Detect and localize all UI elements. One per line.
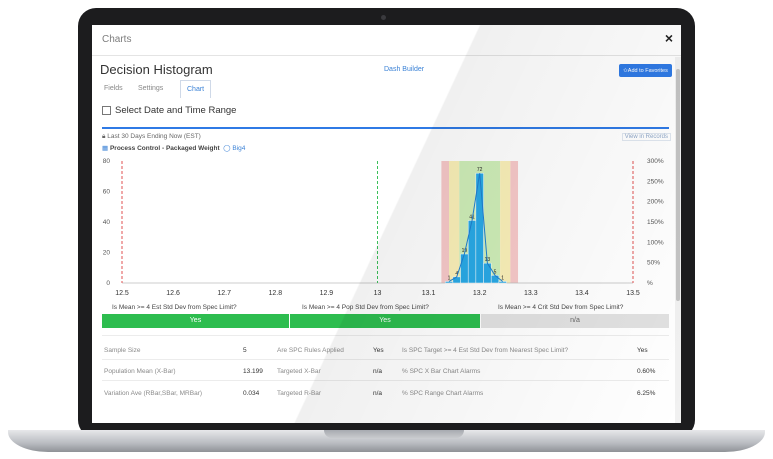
stat-value: n/a [373,368,383,375]
stat-label: Sample Size [104,347,141,354]
stat-label: Variation Ave (RBar,SBar, MRBar) [104,390,203,397]
histogram-chart: 1 4 19 41 72 13 5 1 12.5 12.6 12.7 12.8 12.9 13 13.1 13… [92,153,675,303]
y2-tick-label: 150% [647,219,664,226]
x-tick-label: 12.7 [217,290,231,297]
divider [102,380,669,381]
screen: Charts × Decision Histogram Dash Builder… [92,25,681,423]
histogram-bar [444,281,454,284]
stat-label: Are SPC Rules Applied [277,347,344,354]
stat-value: 13.199 [243,368,263,375]
x-tick-label: 13.5 [626,290,640,297]
close-icon[interactable]: × [665,30,673,46]
x-tick-label: 13.2 [473,290,487,297]
histogram-bar [483,262,492,284]
question-3: Is Mean >= 4 Crit Std Dev from Spec Limi… [498,304,624,311]
y2-tick-label: 200% [647,199,664,206]
stat-label: % SPC X Bar Chart Alarms [402,368,481,375]
divider [102,335,669,336]
stat-value: 0.034 [243,390,260,397]
y2-tick-label: % [647,280,653,287]
modal-title: Charts [102,34,132,45]
dash-builder-link[interactable]: Dash Builder [384,66,424,73]
stat-label: Is SPC Target >= 4 Est Std Dev from Near… [402,347,569,354]
scrollbar[interactable] [675,57,681,423]
stat-label: Targeted R-Bar [277,390,322,397]
histogram-bar [498,281,507,284]
x-tick-label: 13.3 [524,290,538,297]
answer-3-badge: n/a [481,314,669,328]
table-icon: ▦ [102,145,109,152]
y-tick-label: 80 [103,158,111,165]
y2-tick-label: 300% [647,158,664,165]
tag-link[interactable]: Big4 [232,145,245,152]
stat-value: 0.60% [637,368,656,375]
histogram-svg: 14194172135112.5 12.6 12.7 12.8 12.9 13 13.1 13… [103,158,664,297]
add-to-favorites-button[interactable]: ✩Add to Favorites [619,64,672,77]
histogram-bar [452,276,461,284]
y-tick-label: 20 [103,250,111,257]
sigma-zone [449,161,460,283]
stat-value: n/a [373,390,383,397]
source-text: Process Control - Packaged Weight [109,145,220,152]
source-info: ▦ Process Control - Packaged Weight ◯ Bi… [102,144,245,152]
y-tick-label: 60 [103,189,111,196]
question-2: Is Mean >= 4 Pop Std Dev from Spec Limit… [302,304,429,311]
sigma-zone [510,161,519,283]
y2-tick-label: 250% [647,178,664,185]
tab-fields[interactable]: Fields [104,80,123,97]
tag-icon: ◯ [223,145,231,152]
stat-label: Population Mean (X-Bar) [104,368,176,375]
answer-2-badge: Yes [290,314,480,328]
x-tick-label: 13 [374,290,382,297]
sigma-zone [441,161,450,283]
stat-label: % SPC Range Chart Alarms [402,390,484,397]
stat-value: Yes [637,347,648,354]
y2-tick-label: 100% [647,239,664,246]
y-tick-label: 40 [103,219,111,226]
histogram-bar [467,220,477,284]
x-tick-label: 13.1 [422,290,436,297]
x-tick-label: 12.9 [320,290,334,297]
scrollbar-thumb[interactable] [676,69,680,301]
view-in-records-button[interactable]: View in Records [621,133,671,141]
x-tick-label: 12.6 [166,290,180,297]
divider [102,359,669,360]
question-1: Is Mean >= 4 Est Std Dev from Spec Limit… [112,304,237,311]
histogram-bar [490,275,500,284]
lock-icon: 🔒︎ [102,133,106,140]
stat-value: 5 [243,347,247,354]
tab-settings[interactable]: Settings [138,80,163,97]
histogram-bar [460,253,469,284]
x-tick-label: 12.8 [268,290,282,297]
date-range-label: Select Date and Time Range [115,105,237,116]
laptop-base [8,430,765,452]
sigma-zone [500,161,511,283]
stat-value: 6.25% [637,390,656,397]
stat-value: Yes [373,347,384,354]
answer-1-badge: Yes [102,314,289,328]
tab-chart[interactable]: Chart [180,80,212,98]
range-info: 🔒︎ Last 30 Days Ending Now (EST) [102,133,201,141]
checkbox-icon[interactable] [102,105,111,115]
section-divider [102,127,669,129]
y-tick-label: 0 [106,280,110,287]
x-tick-label: 12.5 [115,290,129,297]
stat-label: Targeted X-Bar [277,368,321,375]
y2-tick-label: 50% [647,260,660,267]
modal-header: Charts × [92,25,681,56]
laptop-notch [324,430,464,438]
date-range-toggle[interactable]: Select Date and Time Range [102,105,236,116]
camera-icon [381,15,386,20]
page-title: Decision Histogram [100,62,213,77]
range-text: Last 30 Days Ending Now (EST) [107,133,201,140]
bar-data-label: 72 [477,167,483,173]
x-tick-label: 13.4 [575,290,589,297]
